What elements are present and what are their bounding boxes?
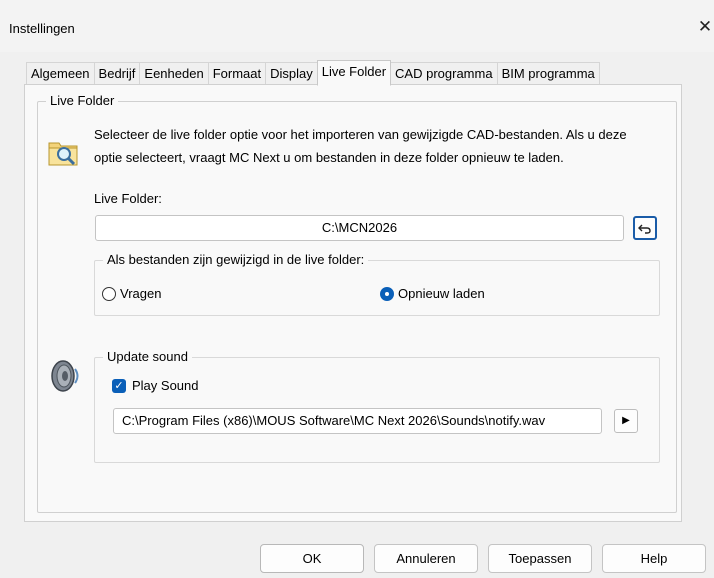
title-bar: Instellingen ✕ — [0, 0, 714, 52]
radio-opnieuw-laden-indicator[interactable] — [380, 286, 394, 301]
tab-bedrijf[interactable]: Bedrijf — [93, 62, 141, 86]
ok-button[interactable]: OK — [260, 544, 364, 573]
live-folder-label: Live Folder: — [94, 191, 162, 206]
tab-display[interactable]: Display — [265, 62, 318, 86]
sound-file-path-field[interactable]: C:\Program Files (x86)\MOUS Software\MC … — [113, 408, 602, 434]
undo-folder-icon — [638, 224, 651, 234]
play-sound-button[interactable]: ▶ — [614, 409, 638, 433]
checkmark-icon[interactable]: ✓ — [112, 378, 126, 393]
play-sound-checkbox[interactable]: ✓ Play Sound — [112, 378, 199, 393]
folder-search-icon — [48, 142, 78, 166]
cancel-button[interactable]: Annuleren — [374, 544, 478, 573]
radio-vragen-indicator[interactable] — [102, 286, 116, 301]
play-sound-label: Play Sound — [132, 378, 199, 393]
tab-panel: Live Folder Selecteer de live folder opt… — [24, 84, 682, 522]
play-icon: ▶ — [622, 415, 630, 426]
changed-files-group: Als bestanden zijn gewijzigd in de live … — [94, 252, 660, 316]
changed-files-group-label: Als bestanden zijn gewijzigd in de live … — [103, 252, 369, 267]
update-sound-group-label: Update sound — [103, 349, 192, 364]
tab-algemeen[interactable]: Algemeen — [26, 62, 95, 86]
tab-strip: Algemeen Bedrijf Eenheden Formaat Displa… — [26, 60, 600, 86]
tab-eenheden[interactable]: Eenheden — [139, 62, 209, 86]
live-folder-description: Selecteer de live folder optie voor het … — [94, 127, 627, 165]
apply-button[interactable]: Toepassen — [488, 544, 592, 573]
radio-vragen-label: Vragen — [120, 286, 162, 301]
radio-vragen[interactable]: Vragen — [102, 286, 161, 301]
tab-formaat[interactable]: Formaat — [207, 62, 267, 86]
browse-folder-button[interactable] — [633, 216, 657, 240]
tab-live-folder[interactable]: Live Folder — [316, 60, 392, 86]
tab-bim-programma[interactable]: BIM programma — [496, 62, 600, 86]
window-title: Instellingen — [9, 21, 75, 36]
close-icon[interactable]: ✕ — [696, 17, 714, 37]
tab-cad-programma[interactable]: CAD programma — [390, 62, 498, 86]
radio-opnieuw-laden-label: Opnieuw laden — [398, 286, 485, 301]
help-button[interactable]: Help — [602, 544, 706, 573]
live-folder-group-label: Live Folder — [46, 93, 119, 108]
speaker-icon — [51, 360, 79, 392]
live-folder-path-field[interactable]: C:\MCN2026 — [95, 215, 624, 241]
radio-opnieuw-laden[interactable]: Opnieuw laden — [380, 286, 485, 301]
